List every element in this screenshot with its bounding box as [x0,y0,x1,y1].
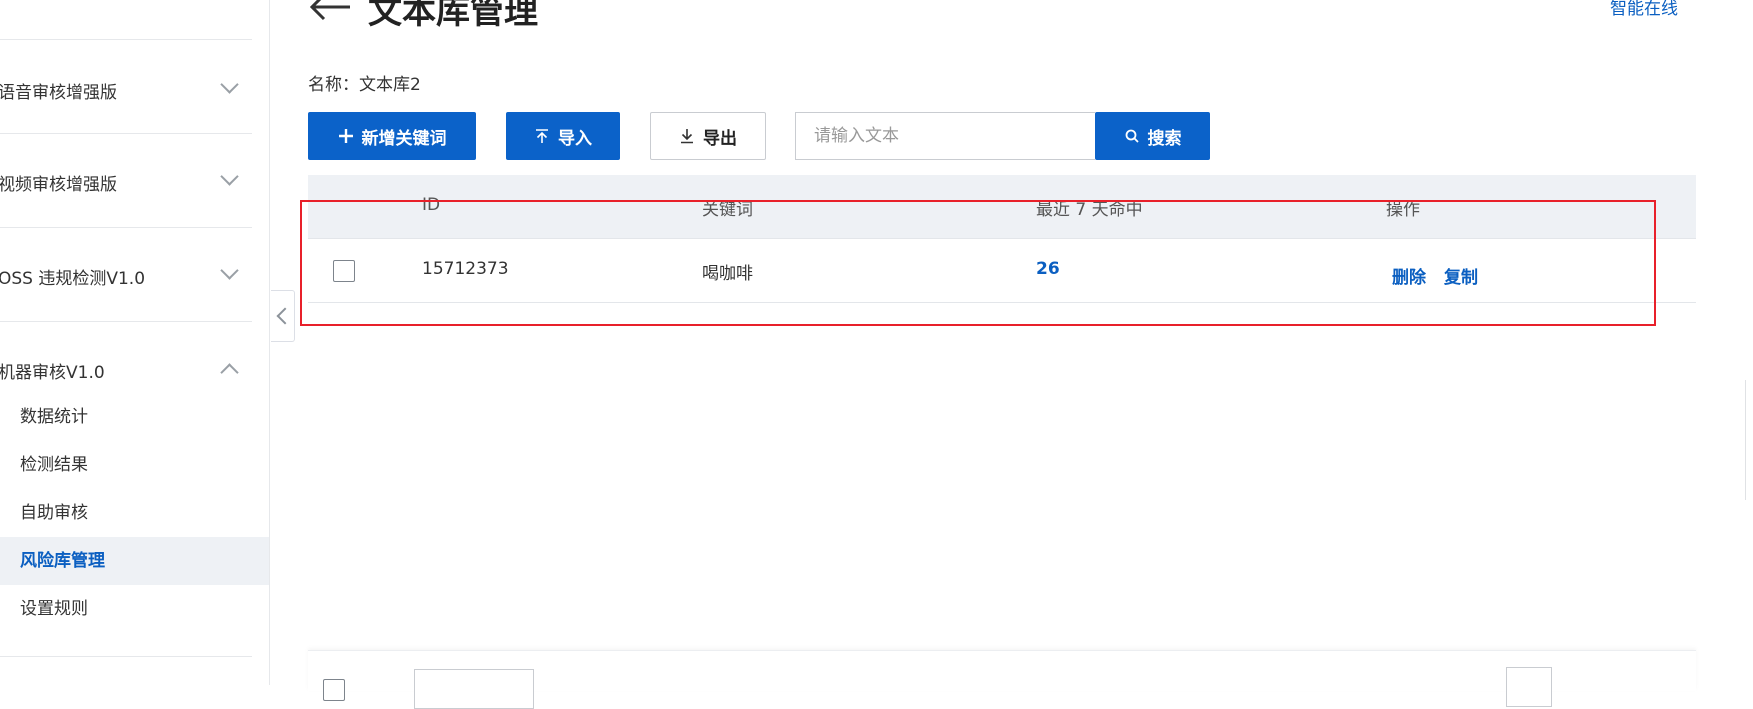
table-header: ID 关键词 最近 7 天命中 操作 [308,175,1696,239]
chevron-down-icon [220,261,239,280]
delete-link[interactable]: 删除 [1392,263,1426,288]
cell-hits[interactable]: 26 [1036,259,1060,279]
sidebar-group-oss[interactable]: OSS 违规检测V1.0 [0,227,252,321]
column-header-actions: 操作 [1386,200,1420,220]
plus-icon [338,129,353,143]
sidebar-divider [0,656,252,685]
sidebar: 语音审核增强版 视频审核增强版 OSS 违规检测V1.0 机器审核V1.0 数据… [0,0,270,685]
back-arrow-icon[interactable] [308,0,352,22]
page-title: 文本库管理 [368,0,538,32]
select-all-checkbox[interactable] [323,679,345,701]
chevron-down-icon [220,75,239,94]
sidebar-group-label: OSS 违规检测V1.0 [0,269,146,289]
sidebar-item-risk-library[interactable]: 风险库管理 [0,537,269,585]
library-name: 名称：文本库2 [308,70,421,95]
sidebar-group-voice[interactable]: 语音审核增强版 [0,39,252,133]
add-keyword-button[interactable]: 新增关键词 [308,112,476,160]
search-button[interactable]: 搜索 [1095,112,1210,160]
sidebar-group-partial [0,0,252,39]
export-button[interactable]: 导出 [650,112,766,160]
download-icon [681,129,693,144]
sidebar-item-rules[interactable]: 设置规则 [0,585,269,633]
import-button[interactable]: 导入 [506,112,620,160]
sidebar-item-stats[interactable]: 数据统计 [0,393,269,441]
sidebar-item-results[interactable]: 检测结果 [0,441,269,489]
cell-keyword: 喝咖啡 [702,264,753,284]
sidebar-item-self-review[interactable]: 自助审核 [0,489,269,537]
table-row: 15712373 喝咖啡 26 删除 复制 [308,239,1696,303]
scrollbar-edge [1745,380,1753,500]
copy-link[interactable]: 复制 [1444,263,1478,288]
chevron-down-icon [220,167,239,186]
upload-icon [536,129,548,143]
chevron-left-icon [276,307,294,325]
row-checkbox[interactable] [333,260,355,282]
column-header-hits: 最近 7 天命中 [1036,200,1143,220]
search-input[interactable] [795,112,1095,160]
sidebar-group-label: 视频审核增强版 [0,175,117,195]
library-name-label: 名称： [308,75,359,95]
column-header-id: ID [422,195,441,215]
sidebar-group-label: 机器审核V1.0 [0,363,105,383]
page-number-box[interactable] [1506,667,1552,707]
search-icon [1125,129,1139,143]
cell-id: 15712373 [422,259,509,279]
sidebar-collapse-button[interactable] [271,290,295,342]
sidebar-group-label: 语音审核增强版 [0,83,117,103]
search-label: 搜索 [1147,128,1182,149]
top-right-link[interactable]: 智能在线 [1610,0,1678,19]
column-header-keyword: 关键词 [702,200,753,220]
batch-action-button[interactable] [414,669,534,709]
chevron-up-icon [220,363,239,382]
add-keyword-label: 新增关键词 [361,128,447,149]
library-name-value: 文本库2 [359,75,421,95]
import-label: 导入 [558,128,592,149]
export-label: 导出 [703,128,737,149]
sidebar-group-video[interactable]: 视频审核增强版 [0,133,252,227]
